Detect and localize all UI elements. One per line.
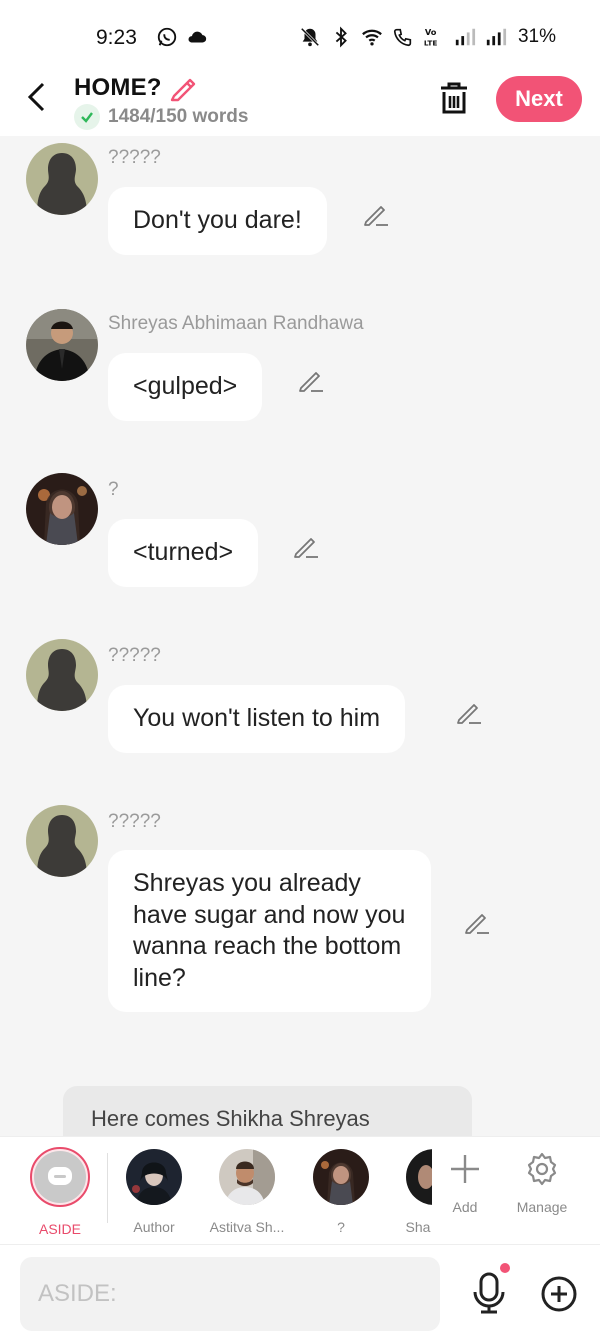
- avatar[interactable]: [26, 639, 98, 711]
- recording-dot: [500, 1263, 510, 1273]
- edit-icon[interactable]: [297, 366, 325, 394]
- signal-icon: [486, 28, 507, 46]
- sender-name: ?????: [108, 811, 161, 832]
- character-bar: ASIDE Author Astitva Sh... ? Sha Add Man…: [0, 1136, 600, 1244]
- avatar[interactable]: [26, 143, 98, 215]
- svg-text:Vo: Vo: [425, 27, 437, 37]
- character-unknown[interactable]: ?: [296, 1147, 386, 1235]
- wifi-call-icon: [393, 28, 412, 47]
- volte-icon: VoLTE: [424, 27, 437, 47]
- character-label: Astitva Sh...: [209, 1219, 285, 1235]
- message-bubble[interactable]: You won't listen to him: [108, 685, 406, 753]
- chevron-left-icon: [27, 82, 45, 112]
- whatsapp-icon: [157, 27, 177, 47]
- character-label: Author: [133, 1219, 175, 1235]
- add-label: Add: [452, 1199, 478, 1215]
- back-button[interactable]: [22, 80, 52, 114]
- word-count-row: 1484/150 words: [74, 104, 248, 130]
- svg-text:LTE: LTE: [424, 38, 437, 47]
- aside-message[interactable]: Here comes Shikha Shreyas: [63, 1086, 472, 1136]
- edit-icon[interactable]: [455, 698, 483, 726]
- avatar: [376, 1147, 432, 1205]
- divider: [107, 1153, 108, 1223]
- mute-icon: [300, 27, 320, 47]
- manage-button[interactable]: Manage: [502, 1151, 582, 1215]
- status-bar: 9:23 Vo LTE 31%: [0, 0, 600, 74]
- input-bar: [0, 1244, 600, 1340]
- avatar[interactable]: [26, 473, 98, 545]
- character-partial[interactable]: Sha: [376, 1147, 432, 1235]
- message-bubble[interactable]: <turned>: [108, 519, 259, 587]
- avatar: [313, 1149, 369, 1205]
- signal-icon: [455, 28, 476, 46]
- status-right: Vo LTE 31%: [299, 26, 556, 48]
- status-time: 9:23: [96, 26, 137, 49]
- title-wrap: HOME?: [74, 74, 198, 102]
- chat-bubble-icon: [48, 1167, 72, 1185]
- plus-icon: [451, 1155, 479, 1183]
- message-bubble[interactable]: Shreyas you already have sugar and now y…: [108, 850, 431, 1012]
- page-title: HOME?: [74, 74, 162, 101]
- battery-level: 31%: [517, 26, 556, 47]
- character-label: ?: [337, 1219, 345, 1235]
- chat-area[interactable]: ????? Don't you dare! Shreyas Abhimaan R…: [0, 136, 600, 1136]
- wifi-icon: [362, 29, 382, 46]
- sender-name: ?????: [108, 147, 161, 168]
- avatar[interactable]: [26, 309, 98, 381]
- microphone-icon[interactable]: [470, 1271, 508, 1315]
- gear-icon: [527, 1152, 557, 1186]
- cloud-icon: [188, 31, 207, 43]
- avatar: [126, 1149, 182, 1205]
- avatar[interactable]: [26, 805, 98, 877]
- status-left-icons: [156, 26, 208, 48]
- message-bubble[interactable]: Don't you dare!: [108, 187, 327, 255]
- trash-icon[interactable]: [437, 80, 471, 116]
- check-icon: [74, 104, 100, 130]
- character-label: ASIDE: [38, 1221, 81, 1237]
- bluetooth-icon: [335, 26, 347, 48]
- edit-icon[interactable]: [463, 908, 491, 936]
- word-count: 1484/150 words: [108, 106, 249, 127]
- edit-title-icon[interactable]: [168, 74, 198, 102]
- next-button[interactable]: Next: [496, 76, 582, 122]
- sender-name: ?: [108, 479, 119, 500]
- add-character-button[interactable]: Add: [425, 1151, 505, 1215]
- message-bubble[interactable]: <gulped>: [108, 353, 263, 421]
- edit-icon[interactable]: [362, 200, 390, 228]
- character-label: Sha: [405, 1219, 431, 1235]
- sender-name: Shreyas Abhimaan Randhawa: [108, 313, 364, 334]
- character-aside[interactable]: ASIDE: [15, 1147, 105, 1237]
- app-header: HOME? 1484/150 words Next: [0, 74, 600, 136]
- add-circle-icon[interactable]: [540, 1275, 578, 1313]
- character-astitva[interactable]: Astitva Sh...: [202, 1147, 292, 1235]
- aside-input[interactable]: [20, 1257, 440, 1331]
- avatar: [219, 1149, 275, 1205]
- sender-name: ?????: [108, 645, 161, 666]
- edit-icon[interactable]: [292, 532, 320, 560]
- manage-label: Manage: [516, 1199, 568, 1215]
- aside-avatar: [30, 1147, 90, 1207]
- character-author[interactable]: Author: [109, 1147, 199, 1235]
